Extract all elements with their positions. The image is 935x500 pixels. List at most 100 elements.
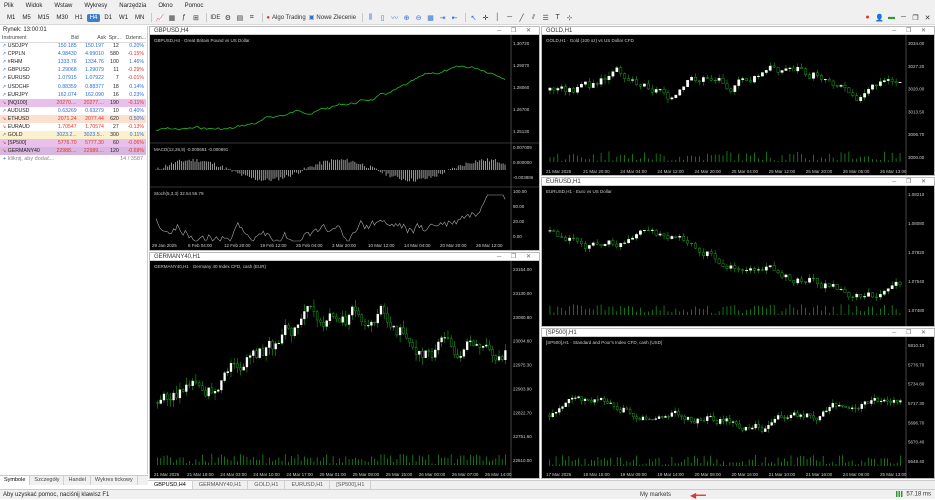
timeframe-h4[interactable]: H4 [86,13,101,22]
vertical-line-icon[interactable]: │ [493,13,502,23]
candle-body [815,417,818,421]
trendline-icon[interactable]: ╱ [517,13,526,23]
col-bid[interactable]: Bid [51,34,79,43]
chart-canvas[interactable]: GERMANY40,H1 · Germany 40 Index CFD, cas… [150,261,539,478]
chart-canvas[interactable]: GOLD,H1 · Gold (100 oz) vs US Dollar CFD… [542,35,934,175]
strategy-icon[interactable]: ⚙ [223,13,232,23]
tab-trading[interactable]: Handel [64,476,91,485]
timeframe-mn[interactable]: MN [132,14,147,22]
chart-tab-sp500[interactable]: [SP500],H1 [330,481,372,489]
timeframe-w1[interactable]: W1 [116,14,131,22]
restore-icon[interactable]: ❐ [911,13,920,23]
table-row[interactable]: ↗ EURUSD 1.07915 1.07922 7 -0.01% [0,74,146,82]
close-icon[interactable]: ✕ [923,13,932,23]
timeframe-m1[interactable]: M1 [4,14,18,22]
menu-view[interactable]: Widok [26,3,43,9]
window-controls[interactable]: ─ ❐ ✕ [892,178,934,185]
zoom-out-icon[interactable]: ⊖ [414,13,423,23]
timeframe-m15[interactable]: M15 [35,14,53,22]
chart-canvas[interactable]: EURUSD,H1 · Euro vs US Dollar 1.08210 1.08… [542,186,934,326]
account-icon[interactable]: 👤 [875,13,884,23]
price-label: 3020.00 [908,87,925,92]
table-row[interactable]: ↗ EURJPY 162.074 162.090 16 0.23% [0,91,146,99]
chart-shift-icon[interactable]: ⇤ [450,13,459,23]
database-icon[interactable]: ▤ [235,13,244,23]
table-row[interactable]: ↘ ETHUSD 2071.24 2077.44 620 0.50% [0,114,146,123]
minimize-icon[interactable]: ─ [899,13,908,23]
indicators-icon[interactable]: ƒ [179,13,188,23]
add-symbol-row[interactable]: + kliknij, aby dodać... 14 / 3587 [0,156,147,162]
objects-icon[interactable]: ⊞ [191,13,200,23]
table-row[interactable]: ↘ [NQ100] 20270.... 20277.... 190 -0.11% [0,98,146,107]
calculator-icon[interactable]: ⌗ [247,13,256,23]
chart-tab-germany40[interactable]: GERMANY40,H1 [193,481,249,489]
window-controls[interactable]: ─ ❐ ✕ [892,329,934,336]
menu-insert[interactable]: Wstaw [54,3,72,9]
tab-tick-chart[interactable]: Wykres tickowy [91,476,138,485]
notification-icon[interactable]: ● [863,13,872,23]
chart-window-gold[interactable]: GOLD,H1 ─ ❐ ✕ GOLD,H1 · Gold (100 oz) vs … [541,26,935,176]
fibonacci-icon[interactable]: ☰ [541,13,550,23]
table-row[interactable]: ↘ EURAUD 1.70547 1.70574 27 -0.13% [0,123,146,131]
template-icon[interactable]: ▦ [167,13,176,23]
chart-canvas[interactable]: GBPUSD,H4 · Great Britain Pound vs US Do… [150,35,539,250]
menu-window[interactable]: Okno [158,3,172,9]
line-chart-icon[interactable]: 〰 [390,13,399,23]
timeframe-m30[interactable]: M30 [53,14,71,22]
bid-cell: 3023.2... [56,132,77,139]
tab-details[interactable]: Szczegóły [30,476,65,485]
chart-tab-eurusd[interactable]: EURUSD,H1 [285,481,331,489]
ide-button[interactable]: IDE [210,13,220,23]
table-row[interactable]: ↗ GBPUSD 1.29068 1.29079 11 -0.29% [0,66,146,74]
table-row[interactable]: ↘ [SP500] 5776.70 5777.30 60 -0.06% [0,139,146,148]
chart-window-sp500[interactable]: [SP500],H1 ─ ❐ ✕ [SP500],H1 · Standard an… [541,328,935,479]
crosshair-icon[interactable]: ✛ [481,13,490,23]
menu-file[interactable]: Plik [4,3,14,9]
table-row[interactable]: ↗ GOLD 3023.2... 3023.5... 300 0.11% [0,131,146,140]
timeframe-d1[interactable]: D1 [101,14,115,22]
col-daily-change[interactable]: Dzienn... [120,34,146,43]
window-controls[interactable]: ─ ❐ ✕ [497,253,539,260]
table-row[interactable]: ↗ USDCHF 0.88359 0.88377 18 0.14% [0,82,146,90]
table-row[interactable]: ↗ USDJPY 150.185 150.197 12 0.20% [0,42,146,50]
timeframe-h1[interactable]: H1 [72,14,86,22]
horizontal-line-icon[interactable]: ─ [505,13,514,23]
tile-windows-icon[interactable]: ▦ [426,13,435,23]
channel-icon[interactable]: ⫽ [529,13,538,23]
autoscroll-icon[interactable]: ⇥ [438,13,447,23]
algo-trading-button[interactable]: ● Algo Trading [266,13,305,23]
profile-selector[interactable]: My markets [640,492,671,498]
candle-chart-icon[interactable]: ▯ [378,13,387,23]
table-row[interactable]: ↗ CPPLN 4.98430 4.99010 580 -0.15% [0,50,146,58]
table-row[interactable]: ↗ #RHM 1333.76 1334.76 100 1.46% [0,58,146,66]
chart-tab-gold[interactable]: GOLD,H1 [248,481,286,489]
zoom-in-icon[interactable]: ⊕ [402,13,411,23]
new-order-button[interactable]: ▣ Nowe Zlecenie [309,13,356,23]
shapes-icon[interactable]: ⊹ [565,13,574,23]
table-row[interactable]: ↘ GERMANY40 22988.... 22989.... 120 -0.69% [0,147,146,156]
chart-window-germany40[interactable]: GERMANY40,H1 ─ ❐ ✕ GERMANY40,H1 · Germany… [149,252,540,479]
chart-canvas[interactable]: [SP500],H1 · Standard and Poor's Index C… [542,337,934,478]
col-spread[interactable]: Spr... [105,34,121,43]
chart-window-gbpusd[interactable]: GBPUSD,H4 ─ ❐ ✕ GBPUSD,H4 · Great Britain… [149,26,540,251]
connection-status[interactable]: 57.18 ms [896,491,931,498]
symbol-cell: ↗ EURUSD [0,74,51,82]
chart-window-eurusd[interactable]: EURUSD,H1 ─ ❐ ✕ EURUSD,H1 · Euro vs US Do… [541,177,935,327]
col-instrument[interactable]: Instrument [0,34,52,43]
menu-charts[interactable]: Wykresy [84,3,107,9]
chart-tab-gbpusd[interactable]: GBPUSD,H4 [148,481,193,489]
text-icon[interactable]: T [553,13,562,23]
chart-type-icon[interactable]: 📈 [155,13,165,23]
window-controls[interactable]: ─ ❐ ✕ [497,27,539,34]
timeframe-m5[interactable]: M5 [19,14,33,22]
col-ask[interactable]: Ask [78,34,106,43]
battery-icon[interactable]: ▬ [887,13,896,23]
cursor-icon[interactable]: ↖ [469,13,478,23]
date-label: 19 Mar 09:00 [620,472,647,477]
table-row[interactable]: ↗ AUDUSD 0.63269 0.63279 10 0.40% [0,107,146,115]
bar-chart-icon[interactable]: ⫼ [366,13,375,23]
window-controls[interactable]: ─ ❐ ✕ [892,27,934,34]
menu-tools[interactable]: Narzędzia [119,3,146,9]
menu-help[interactable]: Pomoc [185,3,204,9]
tab-symbols[interactable]: Symbole [0,476,31,485]
